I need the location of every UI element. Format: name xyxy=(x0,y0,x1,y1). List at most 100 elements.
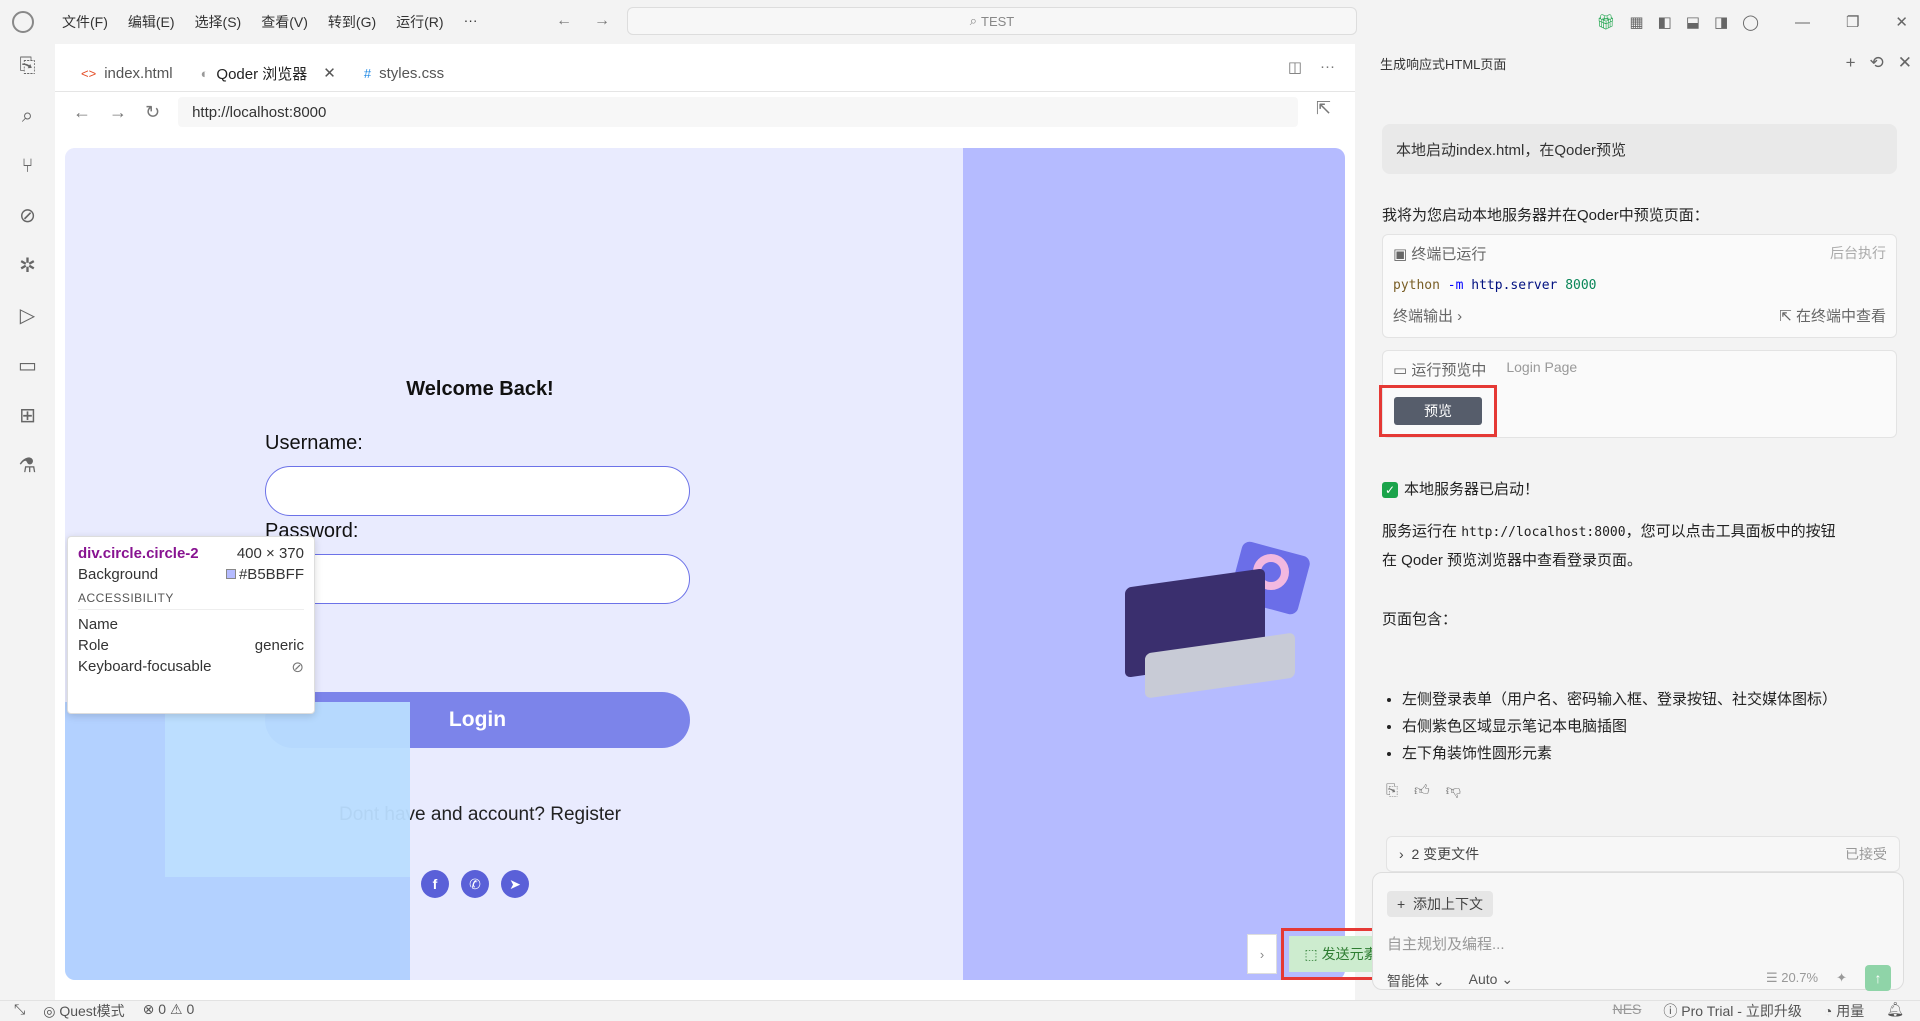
command-center[interactable]: ⌕ TEST xyxy=(627,7,1357,35)
minimize-icon[interactable]: — xyxy=(1795,14,1810,31)
menu-edit[interactable]: 编辑(E) xyxy=(118,12,185,32)
run-debug-icon[interactable]: ▷ xyxy=(20,306,35,326)
compass-icon[interactable]: ⊘ xyxy=(19,206,36,226)
forward-arrow-icon[interactable]: → xyxy=(594,12,610,30)
gift-icon[interactable]: 🎁︎ xyxy=(1596,13,1615,31)
menu-more[interactable]: ··· xyxy=(454,12,488,32)
user-message: 本地启动index.html，在Qoder预览 xyxy=(1382,124,1897,174)
toggle-panel-icon[interactable]: ⬓ xyxy=(1686,13,1700,31)
browser-back-icon[interactable]: ← xyxy=(73,102,91,123)
pro-trial-link[interactable]: ⓘ Pro Trial - 立即升级 xyxy=(1663,1001,1801,1021)
html-file-icon: <> xyxy=(81,65,97,81)
menu-goto[interactable]: 转到(G) xyxy=(318,12,386,32)
monitor-icon: ▭ xyxy=(1393,362,1412,379)
feature-list: 左侧登录表单（用户名、密码输入框、登录按钮、社交媒体图标） 右侧紫色区域显示笔记… xyxy=(1402,686,1837,767)
menu-run[interactable]: 运行(R) xyxy=(386,12,453,32)
tab-bar: <> index.html ◐ Qoder 浏览器 ✕ # styles.css… xyxy=(55,44,1355,92)
send-message-button[interactable]: ↑ xyxy=(1865,965,1891,991)
chat-input[interactable]: 自主规划及编程... xyxy=(1387,933,1505,954)
tab-label: index.html xyxy=(104,64,173,82)
context-usage: ☰ 20.7% xyxy=(1765,970,1819,985)
list-item: 左侧登录表单（用户名、密码输入框、登录按钮、社交媒体图标） xyxy=(1402,686,1837,713)
new-chat-icon[interactable]: + xyxy=(1846,53,1856,73)
close-tab-icon[interactable]: ✕ xyxy=(323,64,336,82)
source-control-icon[interactable]: ⑂ xyxy=(22,156,34,176)
browser-forward-icon[interactable]: → xyxy=(109,102,127,123)
welcome-heading: Welcome Back! xyxy=(406,378,554,400)
thumbs-up-icon[interactable]: 👍︎ xyxy=(1414,782,1430,800)
not-focusable-icon: ⊘ xyxy=(291,659,304,676)
toggle-sidebar-icon[interactable]: ◧ xyxy=(1658,13,1672,31)
status-bar: ⤡ ◎ Quest模式 ⊗ 0 ⚠ 0 NES ⓘ Pro Trial - 立即… xyxy=(0,1000,1920,1020)
tab-qoder-browser[interactable]: ◐ Qoder 浏览器 ✕ xyxy=(186,55,350,91)
laptop-illustration xyxy=(1125,539,1312,699)
sparkle-icon[interactable]: ✦ xyxy=(1836,970,1847,986)
menu-file[interactable]: 文件(F) xyxy=(52,12,118,32)
back-arrow-icon[interactable]: ← xyxy=(556,12,572,30)
url-text: http://localhost:8000 xyxy=(192,103,327,121)
account-icon[interactable]: ◯ xyxy=(1742,13,1759,31)
remote-icon[interactable]: ⤡ xyxy=(14,1001,25,1021)
close-window-icon[interactable]: ✕ xyxy=(1895,13,1908,31)
chat-input-box: + 添加上下文 自主规划及编程... 智能体 ⌄ Auto ⌄ ☰ 20.7% … xyxy=(1372,872,1904,991)
element-size: 400 × 370 xyxy=(236,545,304,562)
quest-mode[interactable]: ◎ Quest模式 xyxy=(43,1001,124,1021)
tab-index-html[interactable]: <> index.html xyxy=(67,55,187,91)
menu-selection[interactable]: 选择(S) xyxy=(185,12,252,32)
checkbox-checked-icon: ✓ xyxy=(1382,482,1398,499)
server-started: ✓ 本地服务器已启动！ xyxy=(1382,478,1539,499)
service-info: 服务运行在 http://localhost:8000，您可以点击工具面板中的按… xyxy=(1382,523,1836,569)
terminal-mode: 后台执行 xyxy=(1830,245,1886,261)
explorer-icon[interactable]: ⎘ xyxy=(20,56,36,76)
preview-button-highlight: 预览 xyxy=(1379,385,1497,437)
toggle-secondary-sidebar-icon[interactable]: ◨ xyxy=(1714,13,1728,31)
problems-count[interactable]: ⊗ 0 ⚠ 0 xyxy=(143,1001,195,1021)
model-dropdown[interactable]: Auto ⌄ xyxy=(1469,971,1513,991)
remote-explorer-icon[interactable]: ▭ xyxy=(18,356,37,376)
username-input[interactable] xyxy=(265,466,690,516)
browser-toolbar: ← → ↻ http://localhost:8000 xyxy=(55,92,1355,132)
close-icon[interactable]: ✕ xyxy=(1898,53,1912,73)
select-element-icon: ⬚ xyxy=(1304,945,1318,962)
changed-files-label: › 2 变更文件 xyxy=(1399,846,1480,862)
facebook-icon[interactable]: f xyxy=(421,870,449,898)
assistant-intro: 我将为您启动本地服务器并在Qoder中预览页面： xyxy=(1382,207,1709,224)
search-icon[interactable]: ⌕ xyxy=(22,106,33,126)
whatsapp-icon[interactable]: ✆ xyxy=(461,870,489,898)
preview-button[interactable]: 预览 xyxy=(1394,397,1482,425)
element-selector: div.circle.circle-2 xyxy=(78,545,199,562)
restore-icon[interactable]: ❐ xyxy=(1846,13,1859,31)
agent-mode-dropdown[interactable]: 智能体 ⌄ xyxy=(1387,971,1445,991)
workspace-name: TEST xyxy=(981,13,1015,29)
changed-files-bar[interactable]: › 2 变更文件 已接受 xyxy=(1386,836,1900,872)
contains-heading: 页面包含： xyxy=(1382,611,1458,628)
password-input[interactable] xyxy=(265,554,690,604)
role-label: Role xyxy=(78,637,109,654)
list-item: 左下角装饰性圆形元素 xyxy=(1402,740,1837,767)
notifications-icon[interactable]: 🔔︎ xyxy=(1886,1001,1904,1021)
view-in-terminal-link[interactable]: ⇱ 在终端中查看 xyxy=(1779,305,1886,326)
telegram-icon[interactable]: ➤ xyxy=(501,870,529,898)
nes-toggle[interactable]: NES xyxy=(1613,1001,1642,1021)
add-context-button[interactable]: + 添加上下文 xyxy=(1387,891,1493,917)
tab-styles-css[interactable]: # styles.css xyxy=(350,55,458,91)
more-actions-icon[interactable]: ··· xyxy=(1320,58,1335,76)
open-external-icon[interactable]: ⇱ xyxy=(1316,98,1331,119)
thumbs-down-icon[interactable]: 👎︎ xyxy=(1446,782,1461,800)
terminal-output-toggle[interactable]: 终端输出 › xyxy=(1393,305,1462,326)
menu-view[interactable]: 查看(V) xyxy=(251,12,318,32)
collapse-toolbar-button[interactable]: › xyxy=(1247,934,1277,974)
extensions-icon[interactable]: ⊞ xyxy=(19,406,36,426)
copy-icon[interactable]: ⎘ xyxy=(1386,782,1398,800)
testing-icon[interactable]: ⚗ xyxy=(19,456,37,476)
split-editor-icon[interactable]: ◫ xyxy=(1288,58,1302,76)
preview-card: ▭ 运行预览中 Login Page 预览 xyxy=(1379,350,1897,438)
layout-icon[interactable]: ▦ xyxy=(1629,13,1643,31)
usage-button[interactable]: ◔ 用量 xyxy=(1824,1001,1864,1021)
terminal-card: ▣ 终端已运行 后台执行 python -m http.server 8000 … xyxy=(1382,234,1897,338)
browser-viewport: Welcome Back! Username: Password: Login … xyxy=(65,148,1345,980)
graph-icon[interactable]: ✲ xyxy=(19,256,36,276)
url-bar[interactable]: http://localhost:8000 xyxy=(178,97,1299,127)
history-icon[interactable]: ⟲ xyxy=(1870,53,1884,73)
reload-icon[interactable]: ↻ xyxy=(145,102,160,123)
